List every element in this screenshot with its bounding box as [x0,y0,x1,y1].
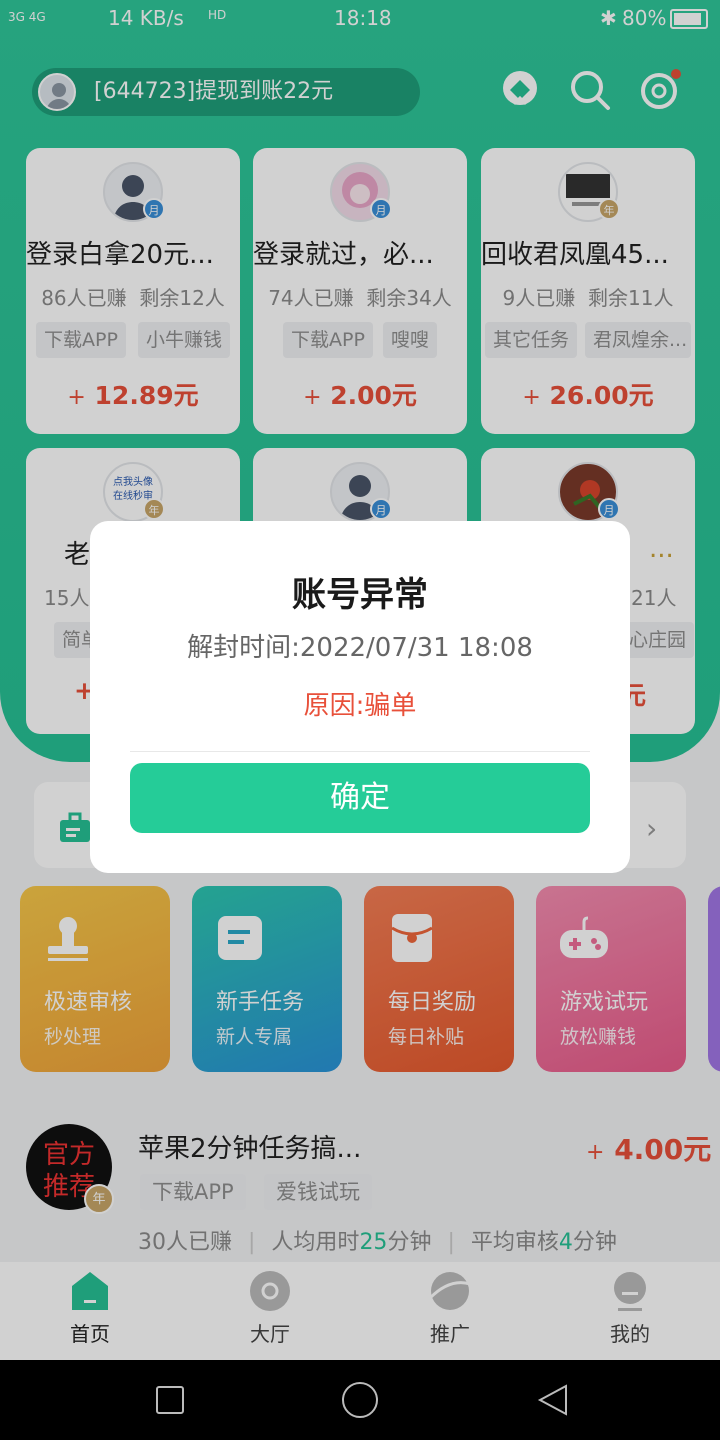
unseal-time: 解封时间:2022/07/31 18:08 [187,633,533,663]
back-icon[interactable] [536,1382,572,1418]
recents-icon[interactable] [156,1386,184,1414]
account-abnormal-dialog: 账号异常 解封时间:2022/07/31 18:08 原因:骗单 确定 [90,521,630,873]
dialog-title: 账号异常 [292,575,428,615]
home-button-icon[interactable] [342,1382,378,1418]
confirm-button[interactable]: 确定 [130,763,590,833]
system-nav-bar [0,1360,720,1440]
ban-reason: 原因:骗单 [303,691,417,721]
dialog-divider [130,751,590,752]
